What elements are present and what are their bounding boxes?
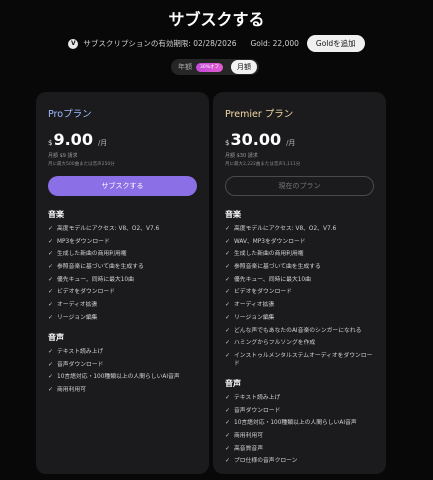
check-icon: ✓ (225, 288, 231, 296)
feature-item: ✓ プロ仕様の音声クローン (225, 457, 298, 465)
feature-item: ✓ 10言語対応・100種類以上の人間らしいAI音声 (48, 373, 180, 381)
page-title: サブスクする (168, 10, 265, 29)
price-amount: 9.00 (53, 130, 93, 149)
subscribe-button[interactable]: サブスクする (48, 176, 197, 196)
yearly-option[interactable]: 年額 30%オフ (173, 62, 224, 72)
subscription-expiry: サブスクリプションの有効期限: 02/28/2026 (83, 39, 237, 48)
section-title: 音声 (225, 378, 241, 388)
feature-item: ✓ 優先キュー、同時に最大10曲 (48, 275, 134, 283)
feature-item: ✓ 商用利用可 (48, 385, 86, 393)
feature-item: ✓ 優先キュー、同時に最大10曲 (225, 275, 311, 283)
voice-section: 音声 ✓ テキスト読み上げ ✓ 音声ダウンロード ✓ 10言語対応・100種類以上の人… (48, 332, 197, 394)
current-plan-button: 現在のプラン (225, 176, 374, 196)
feature-item: ✓ リージョン編集 (225, 313, 275, 321)
music-section: 音楽 ✓ 高度モデルにアクセス: V8、O2、V7.6 ✓ MP3をダウンロード ✓… (48, 209, 197, 322)
subscription-bar: V サブスクリプションの有効期限: 02/28/2026 Gold: 22,00… (0, 35, 433, 52)
feature-item: ✓ WAV、MP3をダウンロード (225, 237, 306, 245)
check-icon: ✓ (48, 275, 54, 283)
check-icon: ✓ (225, 250, 231, 258)
feature-item: ✓ MP3をダウンロード (48, 237, 110, 245)
price-period: /月 (286, 139, 296, 147)
check-icon: ✓ (225, 351, 231, 359)
feature-item: ✓ 参照音楽に基づいて曲を生成する (225, 263, 321, 271)
check-icon: ✓ (48, 237, 54, 245)
check-icon: ✓ (225, 444, 231, 452)
feature-item: ✓ ハミングからフルソングを作成 (225, 339, 316, 347)
check-icon: ✓ (225, 419, 231, 427)
check-icon: ✓ (225, 339, 231, 347)
music-section: 音楽 ✓ 高度モデルにアクセス: V8、O2、V7.6 ✓ WAV、MP3をダウンロ… (225, 209, 374, 368)
limit-note: 月に最大2,222曲または音声1,111分 (225, 162, 301, 167)
check-icon: ✓ (225, 275, 231, 283)
feature-item: ✓ 高度モデルにアクセス: V8、O2、V7.6 (225, 225, 337, 232)
check-icon: ✓ (225, 431, 231, 439)
feature-item: ✓ 高音質音声 (225, 444, 263, 452)
feature-item: ✓ テキスト読み上げ (48, 347, 104, 355)
check-icon: ✓ (48, 301, 54, 309)
check-icon: ✓ (225, 326, 231, 334)
currency-symbol: $ (225, 139, 230, 147)
feature-item: ✓ どんな声でもあなたのAI音楽のシンガーになれる (225, 326, 362, 334)
plan-name: Premier プラン (225, 109, 294, 120)
section-title: 音楽 (225, 210, 241, 219)
check-icon: ✓ (225, 457, 231, 465)
monthly-option[interactable]: 月額 (231, 60, 257, 74)
feature-item: ✓ 音声ダウンロード (48, 360, 104, 368)
vip-badge-icon: V (68, 38, 79, 49)
plan-card-pro: Proプラン $ 9.00 /月 月額 $9 請求 月に最大500曲または音声2… (36, 92, 209, 474)
check-icon: ✓ (48, 360, 54, 368)
feature-item: ✓ 生成した新曲の商用利用権 (48, 250, 127, 258)
feature-item: ✓ 商用利用可 (225, 431, 263, 439)
feature-item: ✓ 10言語対応・100種類以上の人間らしいAI音声 (225, 419, 357, 427)
voice-section: 音声 ✓ テキスト読み上げ ✓ 音声ダウンロード ✓ 10言語対応・100種類以上の人… (225, 378, 374, 465)
currency-symbol: $ (48, 139, 53, 147)
feature-item: ✓ リージョン編集 (48, 313, 98, 321)
check-icon: ✓ (225, 263, 231, 271)
feature-item: ✓ 参照音楽に基づいて曲を生成する (48, 263, 144, 271)
add-gold-button[interactable]: Goldを追加 (306, 35, 365, 52)
check-icon: ✓ (225, 406, 231, 414)
check-icon: ✓ (225, 313, 231, 321)
check-icon: ✓ (48, 347, 54, 355)
check-icon: ✓ (48, 225, 54, 232)
discount-badge: 30%オフ (196, 62, 224, 72)
billing-toggle: 年額 30%オフ 月額 (171, 59, 259, 75)
feature-item: ✓ テキスト読み上げ (225, 393, 281, 401)
feature-item: ✓ オーディオ拡張 (225, 301, 275, 309)
check-icon: ✓ (48, 250, 54, 258)
check-icon: ✓ (48, 373, 54, 381)
price-row: $ 30.00 /月 (225, 130, 374, 149)
feature-item: ✓ 音声ダウンロード (225, 406, 281, 414)
check-icon: ✓ (48, 385, 54, 393)
gold-balance: Gold: 22,000 (250, 39, 299, 48)
feature-item: ✓ 高度モデルにアクセス: V8、O2、V7.6 (48, 225, 160, 232)
section-title: 音声 (48, 332, 64, 342)
check-icon: ✓ (48, 313, 54, 321)
feature-item: ✓ ビデオをダウンロード (225, 288, 292, 296)
billing-note: 月額 $30 請求 (225, 153, 258, 159)
check-icon: ✓ (225, 393, 231, 401)
check-icon: ✓ (48, 263, 54, 271)
price-period: /月 (97, 139, 108, 147)
feature-item: ✓ インストゥルメンタルステムオーディオをダウンロード (225, 351, 373, 367)
yearly-label: 年額 (178, 63, 192, 71)
check-icon: ✓ (48, 288, 54, 296)
check-icon: ✓ (225, 301, 231, 309)
section-title: 音楽 (48, 210, 64, 219)
feature-item: ✓ オーディオ拡張 (48, 301, 98, 309)
feature-item: ✓ 生成した新曲の商用利用権 (225, 250, 304, 258)
price-row: $ 9.00 /月 (48, 130, 197, 149)
check-icon: ✓ (225, 225, 231, 232)
price-amount: 30.00 (230, 130, 282, 149)
check-icon: ✓ (225, 237, 231, 245)
plan-name: Proプラン (48, 109, 92, 120)
plan-card-premier: Premier プラン $ 30.00 /月 月額 $30 請求 月に最大2,2… (213, 92, 386, 474)
billing-note: 月額 $9 請求 (48, 153, 78, 159)
limit-note: 月に最大500曲または音声250分 (48, 162, 115, 167)
feature-item: ✓ ビデオをダウンロード (48, 288, 115, 296)
